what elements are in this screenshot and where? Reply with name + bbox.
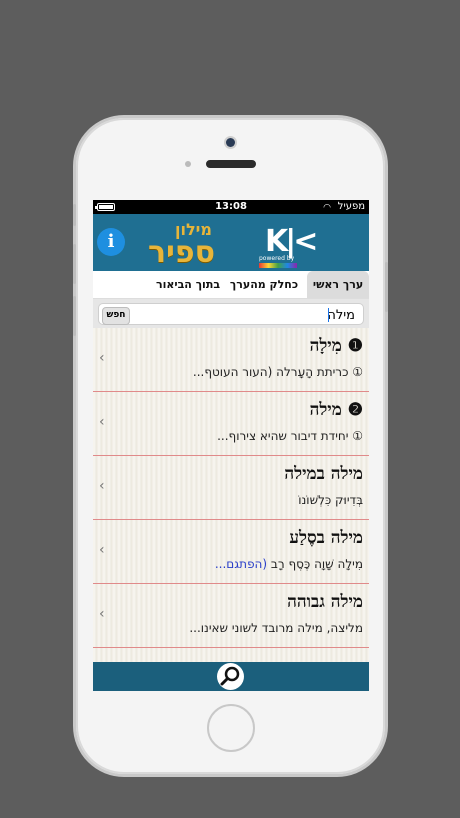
search-round-button[interactable] [217,663,244,690]
result-headword: מילה במילה [284,464,363,484]
mute-switch [73,204,76,226]
powered-by-label: powered by [259,255,295,262]
search-field-box: חפש [98,303,364,325]
home-button[interactable] [207,704,255,752]
search-icon [220,666,240,686]
search-mode-tabs: ערך ראשי כחלק מהערך בתוך הביאור [93,271,369,299]
proverb-link[interactable]: (הפתגם... [215,557,267,571]
result-item[interactable]: מילה גבוהה מליצה, מילה מרובד לשוני שאינו… [93,584,369,648]
earpiece-speaker [206,160,256,168]
result-definition: מליצה, מילה מרובד לשוני שאינו... [189,621,363,635]
result-item[interactable]: מילה בסֶלַע מִילָה שָׁוָה כֶּסֶף רָב (הפ… [93,520,369,584]
power-button [385,262,388,312]
tab-within-definition[interactable]: בתוך הביאור [153,271,223,298]
result-headword: מילה גבוהה [287,592,363,612]
volume-down-button [73,296,76,336]
result-item[interactable]: ❷ מילה ① יחידת דיבור שהיא צירוף... ‹ [93,392,369,456]
sensor-dot [185,161,191,167]
app-screen: 13:08 ◠ מפעיל i מילון ספיר K|< powered b… [93,200,369,691]
status-carrier: מפעיל [337,201,365,212]
search-input[interactable] [153,306,357,325]
result-definition: מִילָה שָׁוָה כֶּסֶף רָב (הפתגם... [215,557,363,571]
search-bar: חפש [93,299,369,329]
result-headword: ❶ מִילָה [309,336,363,356]
chevron-left-icon: ‹ [99,414,105,430]
chevron-left-icon: ‹ [99,606,105,622]
result-definition: ① יחידת דיבור שהיא צירוף... [217,429,363,443]
result-item[interactable]: מילה במילה בְּדִיוּק כִּלְשׁוֹנוֹ ‹ [93,456,369,520]
info-button[interactable]: i [97,228,125,256]
result-headword: מילה בסֶלַע [289,528,363,548]
result-definition: בְּדִיוּק כִּלְשׁוֹנוֹ [298,493,363,507]
status-bar: 13:08 ◠ מפעיל [93,200,369,214]
publisher-logo: K|< [265,224,318,259]
tab-part-of-entry[interactable]: כחלק מהערך [225,271,303,298]
text-caret [328,308,329,322]
front-camera [226,138,235,147]
chevron-left-icon: ‹ [99,542,105,558]
tab-main-entry[interactable]: ערך ראשי [307,271,369,298]
result-definition: ① כריתת הָעָרלה (העור העוטף... [192,365,363,379]
wifi-icon: ◠ [323,203,331,213]
bottom-toolbar [93,662,369,691]
result-definition-text: מִילָה שָׁוָה כֶּסֶף רָב [270,557,363,571]
result-headword: ❷ מילה [309,400,363,420]
chevron-left-icon: ‹ [99,478,105,494]
powered-by-logo [259,263,297,268]
chevron-left-icon: ‹ [99,350,105,366]
volume-up-button [73,244,76,284]
logo-title: ספיר [148,235,216,270]
app-banner: i מילון ספיר K|< powered by [93,214,369,271]
results-list[interactable]: ❶ מִילָה ① כריתת הָעָרלה (העור העוטף... … [93,328,369,662]
result-item[interactable]: ❶ מִילָה ① כריתת הָעָרלה (העור העוטף... … [93,328,369,392]
search-button[interactable]: חפש [102,307,130,325]
